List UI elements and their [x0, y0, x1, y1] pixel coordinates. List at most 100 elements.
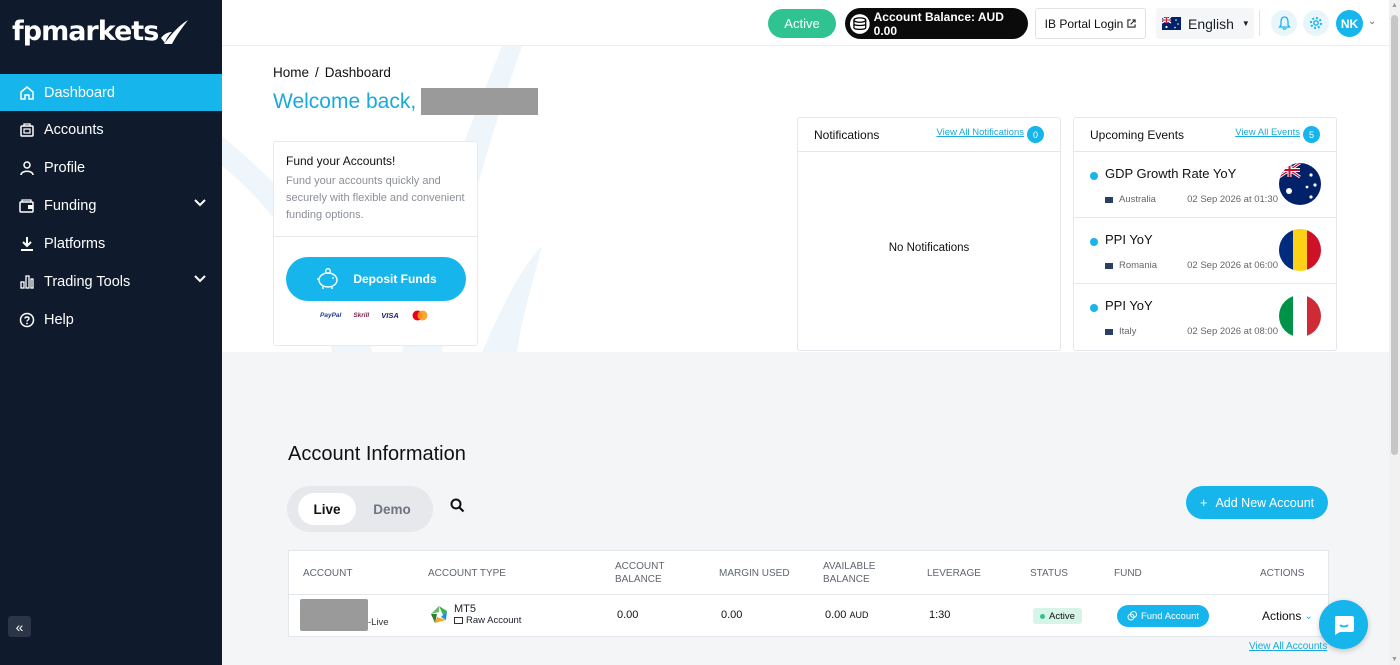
sidebar-collapse-button[interactable]: «: [8, 616, 31, 637]
chart-bar-icon: [18, 273, 36, 291]
breadcrumb-home-link[interactable]: Home: [273, 65, 309, 80]
account-balance-pill[interactable]: Account Balance: AUD 0.00: [845, 8, 1028, 39]
sidebar-item-label: Platforms: [44, 236, 106, 252]
ib-portal-label: IB Portal Login: [1044, 16, 1124, 31]
sidebar-item-funding[interactable]: Funding: [0, 187, 222, 225]
scrollbar-thumb[interactable]: [1391, 15, 1398, 455]
event-country: Romania: [1105, 260, 1157, 271]
gear-icon: [1310, 17, 1322, 29]
sidebar-item-label: Trading Tools: [44, 274, 131, 290]
redacted-account-number: [300, 599, 368, 631]
chevron-down-icon[interactable]: ⌄: [1368, 16, 1376, 27]
external-link-icon: [1127, 19, 1136, 28]
event-name: PPI YoY: [1105, 232, 1153, 247]
caret-down-icon: ▼: [1241, 19, 1250, 28]
event-country: Italy: [1105, 326, 1136, 337]
coins-icon: [849, 13, 870, 34]
fund-account-label: Fund Account: [1140, 610, 1200, 622]
event-country-name: Romania: [1119, 260, 1158, 271]
sidebar-item-accounts[interactable]: Accounts: [0, 111, 222, 149]
leverage-value: 1:30: [929, 609, 951, 621]
column-header: AVAILABLE BALANCE: [823, 561, 876, 585]
account-type-cell: MT5 Raw Account: [429, 603, 521, 626]
breadcrumb-separator: /: [315, 65, 319, 80]
fund-account-button[interactable]: Fund Account: [1117, 605, 1209, 627]
status-dot: [1040, 613, 1045, 619]
account-type-icon: [454, 617, 463, 624]
sidebar-item-trading-tools[interactable]: Trading Tools: [0, 263, 222, 301]
events-title: Upcoming Events: [1090, 127, 1185, 142]
account-type-name: Raw Account: [466, 615, 522, 626]
view-all-notifications-link[interactable]: View All Notifications: [937, 127, 1024, 138]
tab-live[interactable]: Live: [298, 493, 356, 525]
sidebar-item-profile[interactable]: Profile: [0, 149, 222, 187]
add-new-account-button[interactable]: + Add New Account: [1186, 486, 1328, 519]
column-header: ACCOUNT: [303, 567, 353, 579]
view-all-accounts-link[interactable]: View All Accounts: [1249, 641, 1327, 652]
fund-accounts-card: Fund your Accounts! Fund your accounts q…: [273, 141, 478, 346]
live-demo-toggle: Live Demo: [287, 486, 433, 532]
event-time: 02 Sep 2026 at 06:00: [1187, 260, 1278, 271]
margin-used-value: 0.00: [721, 609, 743, 621]
fund-card-divider: [274, 236, 477, 237]
view-all-events-link[interactable]: View All Events: [1235, 127, 1300, 138]
profile-icon: [18, 159, 36, 177]
events-header: Upcoming Events View All Events 5: [1074, 118, 1336, 152]
event-time: 02 Sep 2026 at 01:30: [1187, 194, 1278, 205]
event-name: GDP Growth Rate YoY: [1105, 166, 1237, 181]
account-type-label: Raw Account: [454, 615, 521, 626]
notifications-title: Notifications: [814, 127, 880, 142]
events-count-badge: 5: [1303, 126, 1320, 143]
sidebar-item-dashboard[interactable]: Dashboard: [0, 74, 222, 111]
event-item[interactable]: GDP Growth Rate YoY Australia 02 Sep 202…: [1074, 152, 1336, 218]
brand-name: fpmarkets: [12, 16, 159, 47]
australia-flag-icon: [1162, 17, 1181, 30]
piggy-bank-icon: [317, 268, 339, 289]
deposit-funds-button[interactable]: Deposit Funds: [286, 257, 466, 301]
event-item[interactable]: PPI YoY Italy 02 Sep 2026 at 08:00: [1074, 284, 1336, 350]
notifications-bell-button[interactable]: [1271, 10, 1297, 36]
settings-button[interactable]: [1303, 10, 1329, 36]
sidebar-item-help[interactable]: Help: [0, 301, 222, 339]
event-country: Australia: [1105, 194, 1156, 205]
account-information-title: Account Information: [288, 443, 466, 465]
sidebar-item-label: Help: [44, 312, 74, 328]
sidebar: fpmarkets Dashboard Accounts Profile Fun…: [0, 0, 222, 665]
search-icon[interactable]: [450, 498, 465, 513]
flag-mini-icon: [1105, 196, 1113, 203]
notifications-count-badge: 0: [1027, 126, 1044, 143]
account-status-pill[interactable]: Active: [768, 9, 836, 38]
funding-icon: [18, 197, 36, 215]
event-country-name: Australia: [1119, 194, 1156, 205]
notifications-panel: Notifications View All Notifications 0 N…: [797, 117, 1061, 351]
actions-label: Actions: [1262, 609, 1302, 623]
currency-label: AUD: [849, 610, 869, 620]
scroll-up-arrow-icon[interactable]: ▲: [1391, 2, 1398, 9]
sidebar-item-label: Profile: [44, 160, 86, 176]
sidebar-item-platforms[interactable]: Platforms: [0, 225, 222, 263]
ib-portal-login-button[interactable]: IB Portal Login: [1035, 8, 1146, 39]
paypal-logo: PayPal: [320, 312, 342, 319]
language-selector[interactable]: English ▼: [1156, 8, 1254, 39]
user-avatar[interactable]: NK: [1336, 10, 1363, 37]
scroll-down-arrow-icon[interactable]: ▼: [1391, 656, 1398, 663]
double-chevron-left-icon: «: [15, 618, 24, 635]
page-scrollbar[interactable]: ▲ ▼: [1389, 0, 1400, 665]
event-time: 02 Sep 2026 at 08:00: [1187, 326, 1278, 337]
tab-demo[interactable]: Demo: [362, 493, 422, 525]
brand-logo[interactable]: fpmarkets: [12, 16, 190, 47]
breadcrumb: Home / Dashboard: [273, 65, 391, 80]
fund-card-description: Fund your accounts quickly and securely …: [286, 175, 465, 221]
chevron-down-icon: [194, 275, 206, 283]
redacted-username: [421, 88, 539, 115]
language-label: English: [1188, 15, 1234, 32]
live-chat-button[interactable]: [1319, 600, 1368, 649]
actions-dropdown[interactable]: Actions ⌄: [1262, 609, 1313, 623]
event-item[interactable]: PPI YoY Romania 02 Sep 2026 at 06:00: [1074, 218, 1336, 284]
dashboard-hero: Home / Dashboard Welcome back, Fund your A…: [222, 46, 1389, 352]
column-header: ACTIONS: [1260, 567, 1305, 579]
event-dot: [1090, 238, 1098, 246]
account-balance-value: 0.00: [617, 609, 639, 621]
available-balance-value: 0.00: [825, 609, 847, 621]
welcome-heading: Welcome back,: [273, 88, 539, 115]
